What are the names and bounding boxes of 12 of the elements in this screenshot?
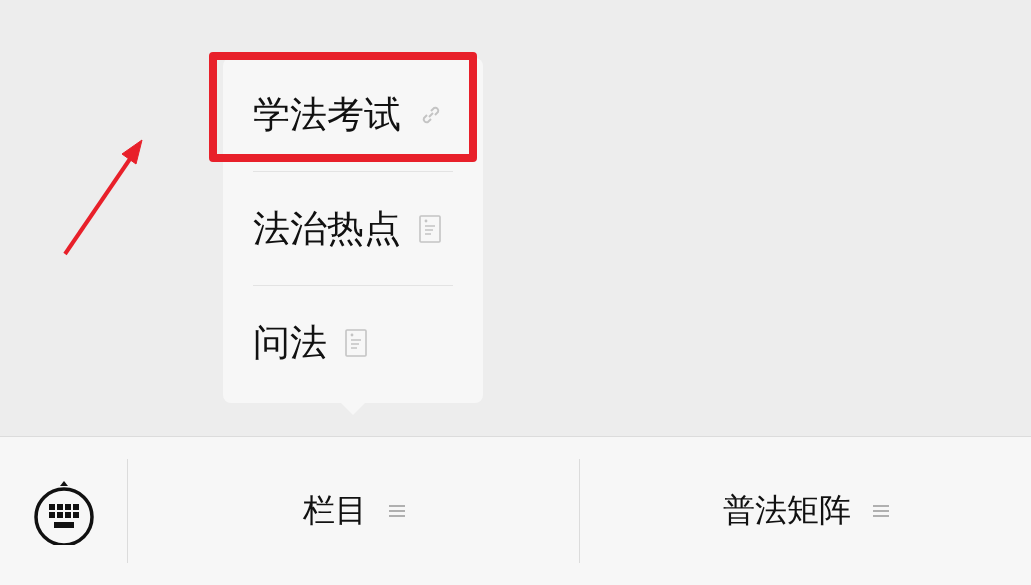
submenu-label: 法治热点 (253, 205, 401, 252)
submenu-label: 学法考试 (253, 91, 401, 138)
document-icon (419, 214, 441, 243)
submenu-item[interactable]: 法治热点 (253, 171, 453, 285)
menu-icon (872, 504, 889, 518)
submenu-item[interactable]: 问法 (253, 285, 453, 399)
submenu-label: 问法 (253, 319, 327, 366)
menu-icon (388, 504, 405, 518)
menu-button[interactable]: 栏目 (128, 459, 579, 563)
submenu-item[interactable]: 学法考试 (253, 58, 453, 171)
document-icon (345, 328, 367, 357)
menu-button[interactable]: 普法矩阵 (579, 459, 1031, 563)
